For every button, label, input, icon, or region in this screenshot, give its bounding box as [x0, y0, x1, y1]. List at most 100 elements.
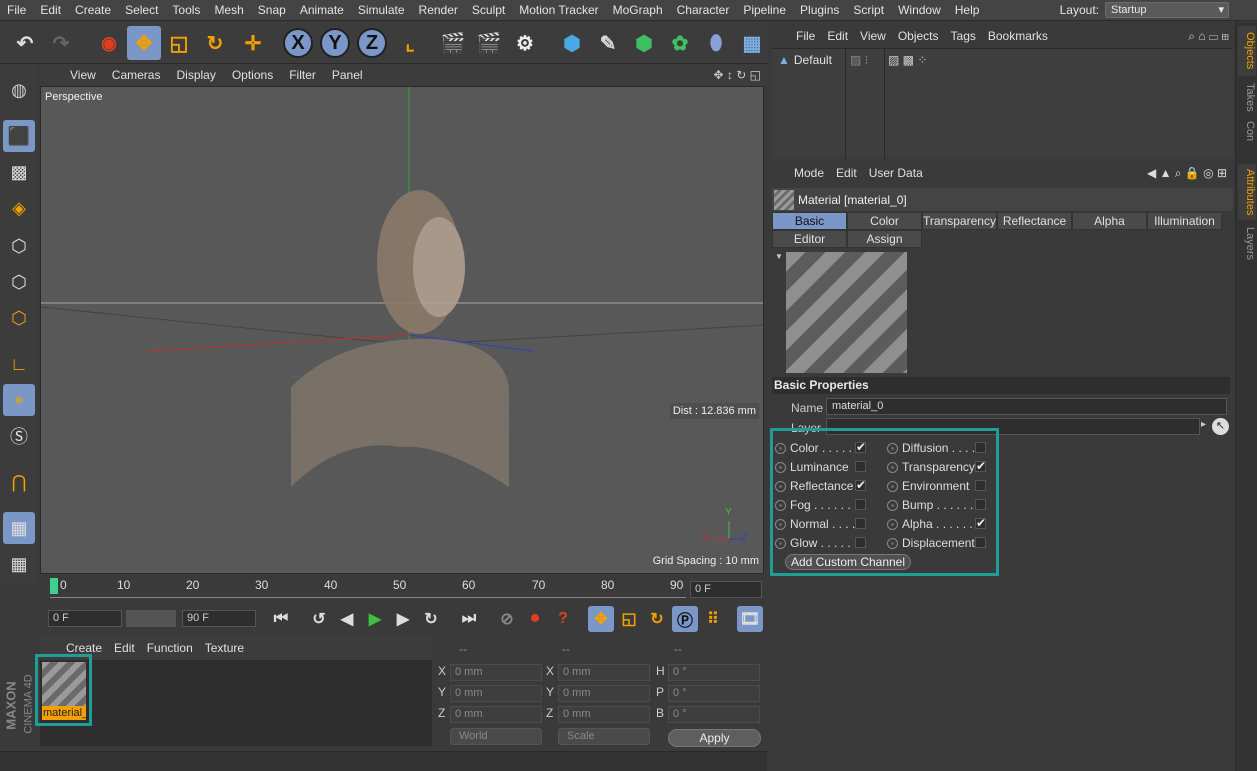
coord-scale-dropdown[interactable]: Scale	[558, 728, 650, 745]
axis-z-button[interactable]: Z	[357, 28, 387, 58]
tab-transparency[interactable]: Transparency	[922, 212, 997, 230]
menu-help[interactable]: Help	[948, 0, 987, 21]
redo-icon[interactable]: ↷	[44, 26, 78, 60]
layer-picker-icon[interactable]: ↖	[1212, 418, 1229, 435]
menu-edit[interactable]: Edit	[33, 0, 68, 21]
viewport-nav-icons[interactable]: ✥ ↕ ↻ ◱	[714, 68, 761, 82]
make-editable-icon[interactable]: ◍	[3, 74, 35, 106]
play-icon[interactable]: ▶	[362, 606, 388, 632]
menu-mesh[interactable]: Mesh	[207, 0, 250, 21]
attr-menu-user-data[interactable]: User Data	[863, 166, 929, 180]
size-x-field[interactable]: 0 mm	[558, 664, 650, 681]
select-tool-icon[interactable]: ◉	[92, 26, 126, 60]
deformer-icon[interactable]: ⬮	[699, 26, 733, 60]
material-list[interactable]	[40, 660, 432, 746]
key-parameter-icon[interactable]: Ⓟ	[672, 606, 698, 632]
menu-mograph[interactable]: MoGraph	[606, 0, 670, 21]
menu-snap[interactable]: Snap	[251, 0, 293, 21]
next-key-icon[interactable]: ↻	[418, 606, 444, 632]
tab-color[interactable]: Color	[847, 212, 922, 230]
scale-tool-icon[interactable]: ◱	[162, 26, 196, 60]
menu-sculpt[interactable]: Sculpt	[465, 0, 512, 21]
size-y-field[interactable]: 0 mm	[558, 685, 650, 702]
attr-menu-mode[interactable]: Mode	[788, 166, 830, 180]
menu-character[interactable]: Character	[670, 0, 737, 21]
menu-window[interactable]: Window	[891, 0, 948, 21]
viewport-menu-display[interactable]: Display	[168, 68, 223, 82]
coordinate-system-icon[interactable]: ⌞	[393, 26, 427, 60]
object-list[interactable]: ▲ Default ▨ ⁝ ▨ ▩ ⁘	[772, 48, 1233, 159]
menu-motion-tracker[interactable]: Motion Tracker	[512, 0, 605, 21]
move-tool-icon[interactable]: ✥	[127, 26, 161, 60]
side-tab-takes[interactable]: Takes	[1238, 80, 1256, 114]
tab-assign[interactable]: Assign	[847, 230, 922, 248]
position-x-field[interactable]: 0 mm	[450, 664, 542, 681]
floor-icon[interactable]: ▦	[735, 26, 769, 60]
undo-icon[interactable]: ↶	[8, 26, 42, 60]
menu-plugins[interactable]: Plugins	[793, 0, 846, 21]
menu-simulate[interactable]: Simulate	[351, 0, 412, 21]
tab-basic[interactable]: Basic	[772, 212, 847, 230]
tab-illumination[interactable]: Illumination	[1147, 212, 1222, 230]
render-picture-viewer-icon[interactable]: 🎬	[472, 26, 506, 60]
render-settings-icon[interactable]: ⚙	[508, 26, 542, 60]
object-name[interactable]: Default	[794, 53, 832, 67]
current-frame-field[interactable]: 0 F	[690, 581, 762, 598]
snap-icon[interactable]: ⋂	[3, 466, 35, 498]
position-z-field[interactable]: 0 mm	[450, 706, 542, 723]
viewport-menu-filter[interactable]: Filter	[281, 68, 324, 82]
workplane-mode-icon[interactable]: ◈	[3, 192, 35, 224]
menu-render[interactable]: Render	[412, 0, 465, 21]
attributes-nav-icons[interactable]: ◀ ▲ ⌕ 🔒 ◎ ⊞	[1147, 166, 1227, 181]
end-frame-field[interactable]: 90 F	[182, 610, 256, 627]
key-pla-icon[interactable]: ⠿	[700, 606, 726, 632]
viewport-menu-panel[interactable]: Panel	[324, 68, 371, 82]
collapse-arrow-icon[interactable]: ▼	[775, 252, 783, 261]
key-scale-icon[interactable]: ◱	[616, 606, 642, 632]
axis-mode-icon[interactable]: ∟	[3, 348, 35, 380]
layer-arrow-icon[interactable]: ▸	[1201, 419, 1206, 430]
tab-reflectance[interactable]: Reflectance	[997, 212, 1072, 230]
visibility-toggle-icon[interactable]: ▨ ⁝	[850, 53, 869, 67]
tweak-mode-icon[interactable]: ⌖	[3, 384, 35, 416]
material-menu-function[interactable]: Function	[141, 641, 199, 655]
timeline-window-icon[interactable]: 🎞	[737, 606, 763, 632]
edges-mode-icon[interactable]: ⬡	[3, 266, 35, 298]
object-menu-objects[interactable]: Objects	[892, 29, 945, 43]
render-view-icon[interactable]: 🎬	[436, 26, 470, 60]
viewport-perspective[interactable]: Perspective Dist : 12.836 mm Y X Z Grid …	[40, 86, 764, 574]
workplane-lock-icon[interactable]: ▦	[3, 512, 35, 544]
cube-icon[interactable]: ⬢	[555, 26, 589, 60]
record-icon[interactable]: ⏺	[522, 606, 548, 632]
menu-tools[interactable]: Tools	[165, 0, 207, 21]
points-mode-icon[interactable]: ⬡	[3, 230, 35, 262]
polygons-mode-icon[interactable]: ⬡	[3, 302, 35, 334]
transform-tool-icon[interactable]: ✛	[236, 26, 270, 60]
side-tab-attributes[interactable]: Attributes	[1238, 164, 1256, 220]
timeline-ruler[interactable]: 0 10 20 30 40 50 60 70 80 90	[50, 578, 690, 596]
material-menu-edit[interactable]: Edit	[108, 641, 141, 655]
menu-select[interactable]: Select	[118, 0, 165, 21]
menu-animate[interactable]: Animate	[293, 0, 351, 21]
side-tab-layers[interactable]: Layers	[1238, 224, 1256, 264]
axis-x-button[interactable]: X	[283, 28, 313, 58]
tab-editor[interactable]: Editor	[772, 230, 847, 248]
object-menu-tags[interactable]: Tags	[945, 29, 982, 43]
layout-select[interactable]: Startup	[1105, 2, 1229, 18]
menu-pipeline[interactable]: Pipeline	[736, 0, 793, 21]
array-icon[interactable]: ✿	[663, 26, 697, 60]
apply-button[interactable]: Apply	[668, 729, 761, 747]
side-tab-objects[interactable]: Objects	[1238, 26, 1256, 76]
start-frame-field[interactable]: 0 F	[48, 610, 122, 627]
material-menu-texture[interactable]: Texture	[199, 641, 250, 655]
subdivision-icon[interactable]: ⬢	[627, 26, 661, 60]
key-rotation-icon[interactable]: ↻	[644, 606, 670, 632]
rotate-tool-icon[interactable]: ↻	[198, 26, 232, 60]
position-y-field[interactable]: 0 mm	[450, 685, 542, 702]
object-menu-bookmarks[interactable]: Bookmarks	[982, 29, 1054, 43]
model-mode-icon[interactable]: ⬛	[3, 120, 35, 152]
side-tab-content[interactable]: Con	[1238, 118, 1256, 144]
record-disabled-icon[interactable]: ⊘	[494, 606, 520, 632]
menu-create[interactable]: Create	[68, 0, 118, 21]
goto-end-icon[interactable]: ⏭	[456, 606, 482, 632]
